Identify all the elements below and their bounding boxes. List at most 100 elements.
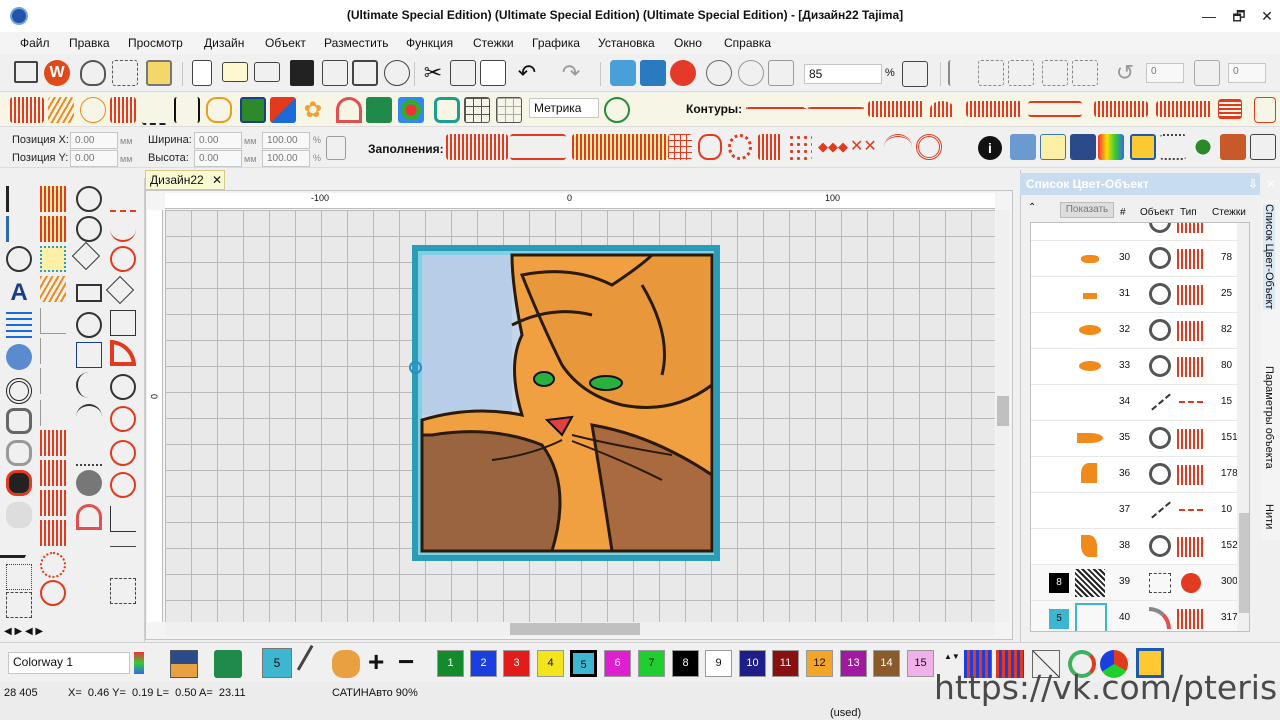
fill-diamond-icon[interactable]: ◆◆◆ [818, 134, 848, 160]
colorway-select[interactable]: Colorway 1 [8, 652, 130, 674]
color-swatch-3[interactable]: 3 [503, 650, 530, 677]
contour-triple-icon[interactable] [808, 107, 864, 109]
transform-icon[interactable] [6, 592, 32, 618]
grid-icon[interactable] [464, 97, 490, 123]
new-file-icon[interactable] [192, 60, 212, 86]
color-palette-icon[interactable] [1040, 134, 1066, 160]
thread-icon[interactable] [1130, 134, 1156, 160]
list-item[interactable]: 30 78 [1031, 241, 1237, 277]
menu-file[interactable]: Файл [20, 36, 50, 50]
menu-view[interactable]: Просмотр [128, 36, 183, 50]
contour-more-icon[interactable] [1254, 97, 1276, 123]
send-to-machine-icon[interactable] [640, 60, 666, 86]
tool-satin-icon[interactable] [40, 186, 66, 212]
hexagon-icon[interactable] [6, 408, 32, 434]
contour-motif-icon[interactable] [1156, 101, 1212, 117]
tool-radial-fill-icon[interactable] [40, 580, 66, 606]
hoop-icon[interactable] [76, 440, 102, 466]
canvas-horizontal-scrollbar[interactable] [165, 622, 995, 636]
triple-run-icon[interactable] [174, 97, 200, 123]
scroll-arrows-icon[interactable]: ◀ ▶ ◀ ▶ [4, 626, 64, 637]
list-item[interactable]: 36 178 [1031, 457, 1238, 493]
fill-contour-icon[interactable] [884, 134, 912, 160]
tool-radial-icon[interactable] [40, 276, 66, 302]
remove-color-icon[interactable]: − [398, 648, 426, 676]
shapes-icon[interactable] [270, 97, 296, 123]
filled-shape-icon[interactable] [6, 470, 32, 496]
tab-object-properties[interactable]: Параметры объекта [1263, 366, 1275, 469]
print-preview-icon[interactable] [384, 60, 410, 86]
tool-lines-icon[interactable] [40, 338, 66, 364]
list-item[interactable]: 32 82 [1031, 313, 1237, 349]
width-percent-input[interactable]: 100.00 [262, 132, 310, 149]
fill-satin-icon[interactable] [446, 134, 508, 160]
hoop-grid-icon[interactable] [496, 97, 522, 123]
points-icon[interactable] [6, 564, 32, 590]
color-swatch-12[interactable]: 12 [806, 650, 833, 677]
tool-weave-icon[interactable] [40, 490, 66, 516]
color-swatch-14[interactable]: 14 [873, 650, 900, 677]
curve-line-icon[interactable] [76, 372, 102, 398]
color-swatch-15[interactable]: 15 [907, 650, 934, 677]
tool-zigzag-icon[interactable] [40, 430, 66, 456]
fill-tatami-icon[interactable] [572, 134, 668, 160]
color-swatch-5[interactable]: 5 [570, 650, 597, 677]
ellipse-icon[interactable] [76, 312, 102, 338]
restore-button[interactable]: 🗗 [1226, 4, 1252, 28]
pos-x-input[interactable]: 0.00 [70, 132, 118, 149]
list-item[interactable]: 8 39 300 [1031, 565, 1238, 601]
fill-wave-icon[interactable] [698, 134, 722, 160]
tatami-fill-icon[interactable] [48, 97, 74, 123]
tab-color-object-list[interactable]: Список Цвет-Объект [1263, 204, 1275, 310]
contour-blanket-icon[interactable] [1028, 101, 1082, 117]
fill-cross-stitch-icon[interactable]: ✕✕ [850, 134, 877, 160]
menu-edit[interactable]: Правка [69, 36, 110, 50]
width-input[interactable]: 0.00 [194, 132, 242, 149]
knife-icon[interactable] [1072, 60, 1098, 86]
current-color-swatch[interactable]: 5 [262, 648, 292, 678]
height-percent-input[interactable]: 100.00 [262, 150, 310, 167]
gauge-icon[interactable] [76, 470, 102, 496]
wilcom-logo-icon[interactable]: W [44, 60, 70, 86]
contour-stem-icon[interactable] [1218, 99, 1242, 119]
menu-graphics[interactable]: Графика [532, 36, 580, 50]
bend-icon[interactable] [110, 340, 136, 366]
rotate-node-icon[interactable] [110, 374, 136, 400]
contour-e-stitch-icon[interactable] [1094, 101, 1148, 117]
tool-tatami-icon[interactable] [40, 216, 66, 242]
shapes-tool-icon[interactable] [76, 342, 102, 368]
contour-zigzag-icon[interactable] [966, 101, 1022, 117]
rotate-angle-input[interactable]: 0 [1146, 63, 1184, 83]
arc-run-icon[interactable] [110, 216, 136, 242]
info-icon[interactable]: i [978, 136, 1002, 160]
color-swatch-7[interactable]: 7 [638, 650, 665, 677]
applique-tool-icon[interactable] [76, 504, 102, 530]
list-item[interactable]: 33 80 [1031, 349, 1237, 385]
menu-help[interactable]: Справка [724, 36, 771, 50]
color-swatch-6[interactable]: 6 [604, 650, 631, 677]
fill-spiral-icon[interactable] [916, 134, 942, 160]
list-item[interactable]: 38 152 [1031, 529, 1238, 565]
canvas-vertical-scroll-thumb[interactable] [997, 396, 1009, 426]
outline-icon[interactable] [6, 440, 32, 466]
tool-angle-icon[interactable] [40, 308, 66, 334]
tool-star-outline-icon[interactable] [40, 400, 66, 426]
digitize-poly-icon[interactable] [71, 241, 101, 271]
list-item[interactable]: 31 25 [1031, 277, 1237, 313]
document-tab-close[interactable]: ✕ [212, 173, 222, 187]
tool-circle-fill-icon[interactable] [40, 552, 66, 578]
leaf-shape-icon[interactable] [80, 97, 106, 123]
tshirt-color-icon[interactable] [214, 650, 242, 678]
canvas-vertical-scrollbar[interactable] [996, 210, 1010, 622]
document-tab[interactable]: Дизайн22 ✕ [145, 170, 225, 190]
list-item[interactable]: 5 40 317 [1031, 601, 1238, 631]
cross-section-icon[interactable] [1250, 134, 1276, 160]
color-swatch-10[interactable]: 10 [739, 650, 766, 677]
menu-design[interactable]: Дизайн [204, 36, 244, 50]
color-film-icon[interactable] [670, 60, 696, 86]
fill-zigzag-icon[interactable] [510, 134, 566, 160]
balloon-icon[interactable] [80, 60, 106, 86]
tshirt-icon[interactable] [366, 97, 392, 123]
flowers-icon[interactable] [398, 97, 424, 123]
diamond-points-icon[interactable] [105, 275, 135, 305]
